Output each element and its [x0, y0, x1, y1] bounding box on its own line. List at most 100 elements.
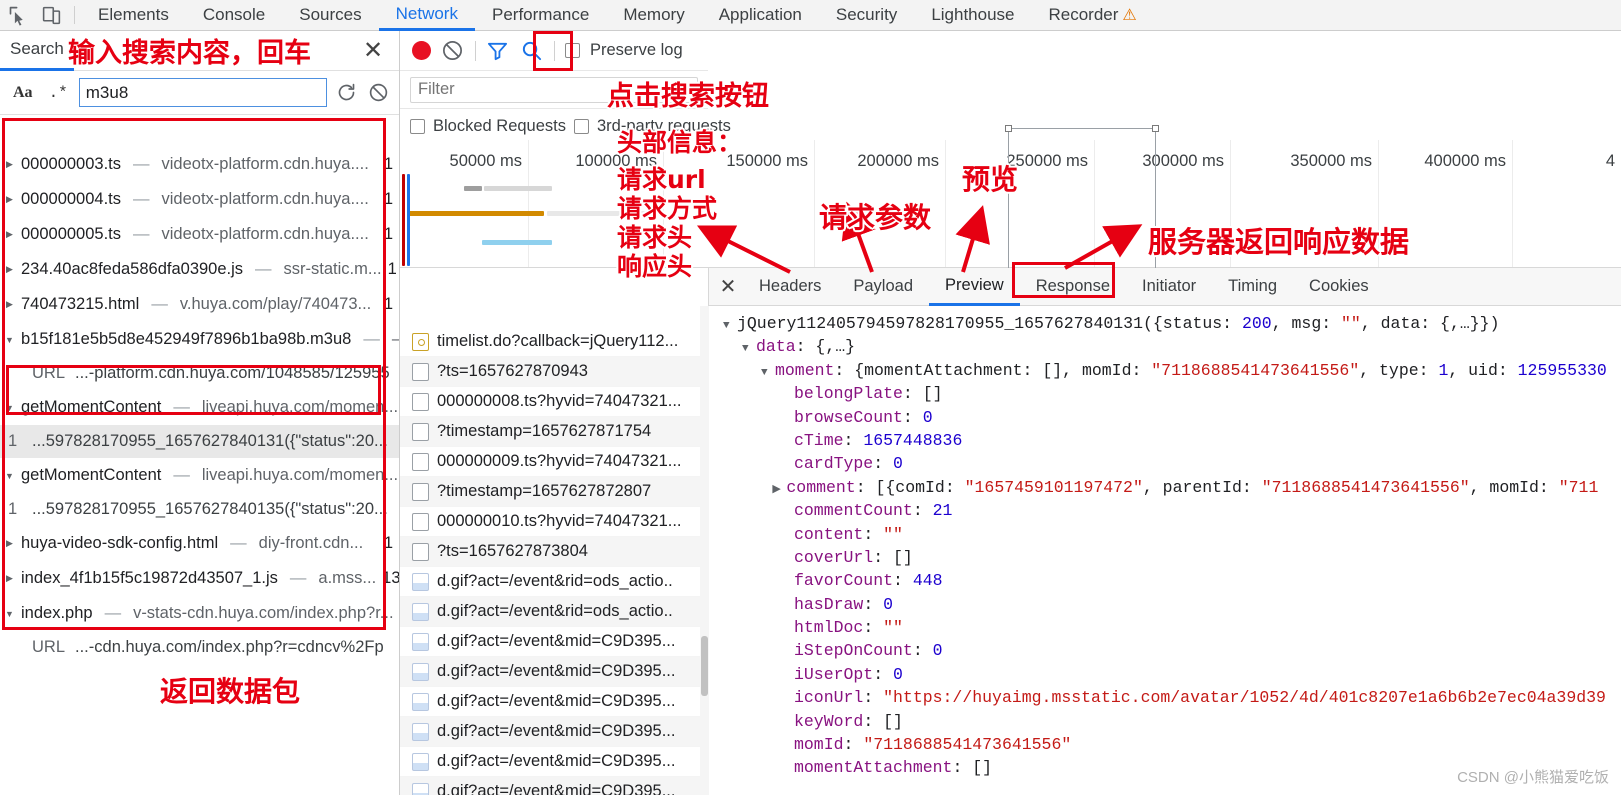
- selection-handle-tl[interactable]: [1005, 125, 1012, 132]
- json-line[interactable]: belongPlate: []: [709, 382, 1621, 405]
- tab-security[interactable]: Security: [819, 0, 914, 31]
- chevron-down-icon[interactable]: ▼: [761, 362, 775, 385]
- json-line[interactable]: browseCount: 0: [709, 406, 1621, 429]
- network-request-list[interactable]: timelist.do?callback=jQuery112... ?ts=165…: [400, 327, 700, 795]
- regex-toggle[interactable]: .*: [44, 82, 73, 104]
- search-icon[interactable]: [520, 39, 544, 63]
- search-result-file[interactable]: ▶ 000000003.ts — videotx-platform.cdn.huya.…: [0, 147, 399, 182]
- close-detail-icon[interactable]: ✕: [713, 268, 743, 306]
- network-request-row[interactable]: 000000010.ts?hyvid=74047321...: [400, 507, 700, 537]
- tab-lighthouse[interactable]: Lighthouse: [914, 0, 1031, 31]
- json-line[interactable]: htmlDoc: "": [709, 616, 1621, 639]
- network-request-row[interactable]: ?ts=1657627873804: [400, 537, 700, 567]
- tab-cookies[interactable]: Cookies: [1293, 268, 1385, 306]
- json-line[interactable]: favorCount: 448: [709, 569, 1621, 592]
- search-result-file[interactable]: ▶ 000000004.ts — videotx-platform.cdn.huya.…: [0, 182, 399, 217]
- json-line[interactable]: hasDraw: 0: [709, 593, 1621, 616]
- chevron-right-icon[interactable]: ▶: [4, 229, 15, 240]
- json-line[interactable]: iconUrl: "https://huyaimg.msstatic.com/a…: [709, 686, 1621, 709]
- chevron-down-icon[interactable]: ▼: [4, 403, 15, 413]
- search-result-match[interactable]: URL ...-platform.cdn.huya.com/1048585/125…: [0, 357, 399, 390]
- search-result-file[interactable]: ▶ index_4f1b15f5c19872d43507_1.js — a.mss..…: [0, 561, 399, 596]
- close-icon[interactable]: ✕: [361, 39, 385, 63]
- json-line[interactable]: iUserOpt: 0: [709, 663, 1621, 686]
- network-request-row[interactable]: ?ts=1657627870943: [400, 357, 700, 387]
- tab-recorder[interactable]: Recorder ⚠: [1032, 0, 1154, 31]
- preview-scrollbar[interactable]: [700, 306, 709, 795]
- tab-response[interactable]: Response: [1020, 268, 1126, 306]
- filter-input[interactable]: [410, 76, 698, 103]
- network-request-row[interactable]: 000000008.ts?hyvid=74047321...: [400, 387, 700, 417]
- match-case-toggle[interactable]: Aa: [8, 82, 38, 104]
- tab-initiator[interactable]: Initiator: [1126, 268, 1212, 306]
- json-line[interactable]: ▼ moment: {momentAttachment: [], momId: "…: [709, 359, 1621, 382]
- chevron-right-icon[interactable]: ▶: [4, 573, 15, 584]
- tab-elements[interactable]: Elements: [81, 0, 186, 31]
- json-line[interactable]: ▶ comment: [{comId: "1657459101197472", p…: [709, 476, 1621, 499]
- scrollbar-thumb[interactable]: [701, 636, 708, 696]
- tab-console[interactable]: Console: [186, 0, 282, 31]
- json-line[interactable]: cardType: 0: [709, 452, 1621, 475]
- search-result-file[interactable]: ▼ getMomentContent — liveapi.huya.com/momen…: [0, 390, 399, 425]
- tab-headers[interactable]: Headers: [743, 268, 837, 306]
- chevron-down-icon[interactable]: ▼: [4, 609, 15, 619]
- chevron-down-icon[interactable]: ▼: [4, 471, 15, 481]
- search-result-file[interactable]: ▶ 740473215.html — v.huya.com/play/740473..…: [0, 287, 399, 322]
- search-result-file[interactable]: ▶ huya-video-sdk-config.html — diy-front.cd…: [0, 526, 399, 561]
- network-request-row[interactable]: d.gif?act=/event&mid=C9D395...: [400, 747, 700, 777]
- search-result-file[interactable]: ▼ getMomentContent — liveapi.huya.com/momen…: [0, 458, 399, 493]
- chevron-down-icon[interactable]: ▼: [723, 315, 737, 338]
- network-request-row[interactable]: d.gif?act=/event&mid=C9D395...: [400, 687, 700, 717]
- search-results-list[interactable]: ▶ 000000003.ts — videotx-platform.cdn.huya.…: [0, 147, 399, 795]
- search-result-match[interactable]: 1 ...597828170955_1657627840131({"status"…: [0, 425, 399, 458]
- chevron-right-icon[interactable]: ▶: [4, 264, 15, 275]
- chevron-right-icon[interactable]: ▶: [4, 194, 15, 205]
- search-result-file[interactable]: ▼ b15f181e5b5d8e452949f7896b1ba98b.m3u8 — —…: [0, 322, 399, 357]
- tab-search[interactable]: Search: [0, 31, 74, 71]
- network-request-row[interactable]: timelist.do?callback=jQuery112...: [400, 327, 700, 357]
- clear-icon[interactable]: [365, 80, 391, 106]
- search-input[interactable]: [78, 78, 327, 107]
- record-icon[interactable]: [412, 41, 431, 60]
- chevron-right-icon[interactable]: ▶: [4, 538, 15, 549]
- search-result-match[interactable]: 1 ...597828170955_1657627840135({"status"…: [0, 493, 399, 526]
- network-request-row[interactable]: d.gif?act=/event&rid=ods_actio..: [400, 597, 700, 627]
- network-request-row[interactable]: ?timestamp=1657627871754: [400, 417, 700, 447]
- blocked-requests-checkbox[interactable]: [410, 119, 425, 134]
- tab-timing[interactable]: Timing: [1212, 268, 1293, 306]
- json-line[interactable]: content: "": [709, 523, 1621, 546]
- network-overview-timeline[interactable]: 50000 ms 100000 ms 150000 ms 200000 ms 25000…: [400, 140, 1621, 268]
- third-party-requests-checkbox[interactable]: [574, 119, 589, 134]
- search-result-file[interactable]: ▶ 000000005.ts — videotx-platform.cdn.huya.…: [0, 217, 399, 252]
- search-result-file[interactable]: ▼ index.php — v-stats-cdn.huya.com/index.ph…: [0, 596, 399, 631]
- device-toolbar-icon[interactable]: [34, 0, 68, 30]
- network-request-row[interactable]: d.gif?act=/event&mid=C9D395...: [400, 717, 700, 747]
- network-request-row[interactable]: 000000009.ts?hyvid=74047321...: [400, 447, 700, 477]
- json-line[interactable]: keyWord: []: [709, 710, 1621, 733]
- search-result-file[interactable]: ▶ 234.40ac8feda586dfa0390e.js — ssr-static.…: [0, 252, 399, 287]
- search-result-match[interactable]: URL ...-cdn.huya.com/index.php?r=cdncv%2F…: [0, 631, 399, 664]
- network-request-row[interactable]: d.gif?act=/event&rid=ods_actio..: [400, 567, 700, 597]
- network-request-row[interactable]: d.gif?act=/event&mid=C9D395...: [400, 657, 700, 687]
- chevron-down-icon[interactable]: ▼: [742, 338, 756, 361]
- chevron-right-icon[interactable]: ▶: [4, 299, 15, 310]
- chevron-right-icon[interactable]: ▶: [4, 159, 15, 170]
- json-line[interactable]: ▼ jQuery112405794597828170955_16576278401…: [709, 312, 1621, 335]
- json-line[interactable]: momId: "7118688541473641556": [709, 733, 1621, 756]
- network-request-row[interactable]: d.gif?act=/event&mid=C9D395...: [400, 627, 700, 657]
- selection-handle-tr[interactable]: [1152, 125, 1159, 132]
- json-line[interactable]: ▼ data: {,…}: [709, 335, 1621, 358]
- json-line[interactable]: coverUrl: []: [709, 546, 1621, 569]
- chevron-down-icon[interactable]: ▼: [4, 335, 15, 345]
- json-line[interactable]: iStepOnCount: 0: [709, 639, 1621, 662]
- tab-performance[interactable]: Performance: [475, 0, 606, 31]
- inspect-element-icon[interactable]: [0, 0, 34, 30]
- tab-memory[interactable]: Memory: [606, 0, 701, 31]
- json-line[interactable]: commentCount: 21: [709, 499, 1621, 522]
- network-request-row[interactable]: ?timestamp=1657627872807: [400, 477, 700, 507]
- json-line[interactable]: cTime: 1657448836: [709, 429, 1621, 452]
- preserve-log-checkbox[interactable]: [565, 43, 580, 58]
- filter-icon[interactable]: [486, 39, 510, 63]
- network-request-row[interactable]: d.gif?act=/event&mid=C9D395...: [400, 777, 700, 795]
- tab-preview[interactable]: Preview: [929, 268, 1020, 306]
